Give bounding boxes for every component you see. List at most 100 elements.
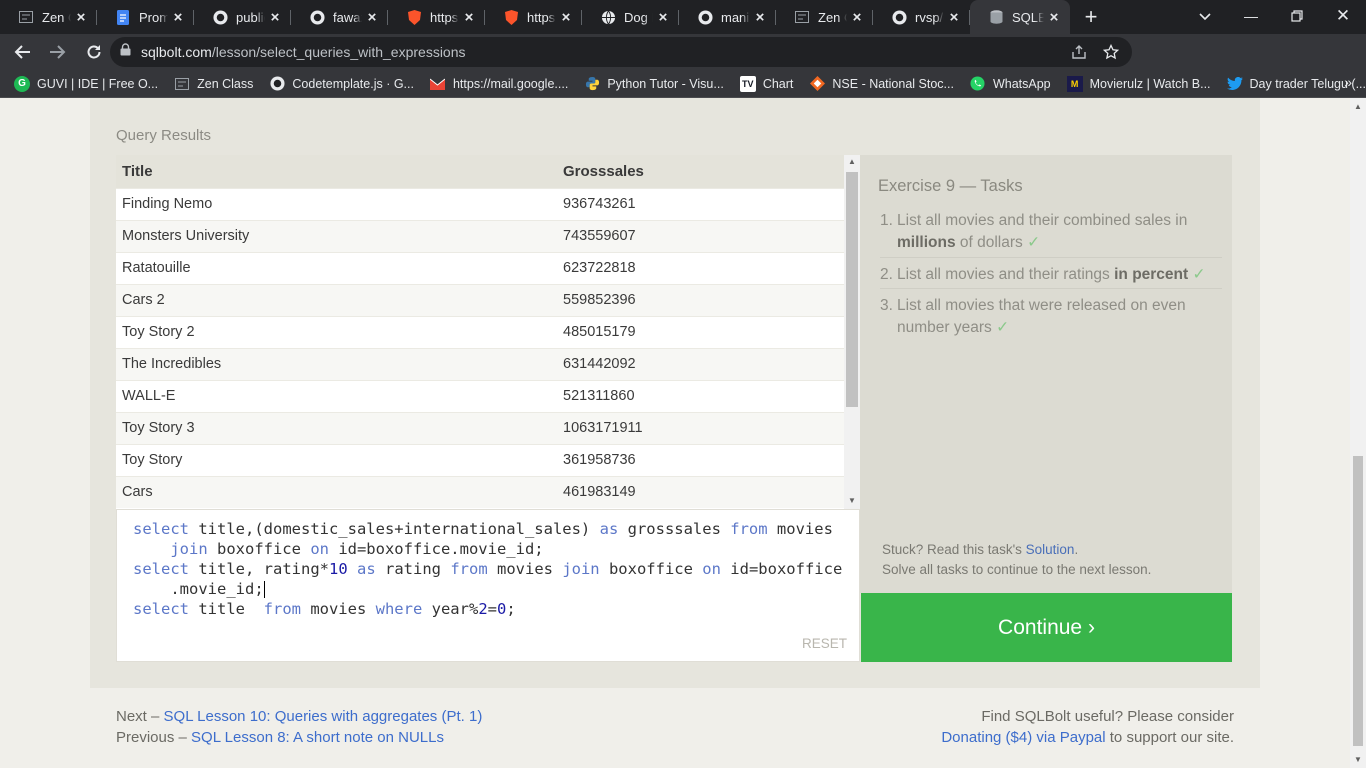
tab-title: https:/ [527,9,556,25]
nse-icon [809,76,825,92]
task-divider [880,257,1222,258]
minimize-icon[interactable]: — [1228,0,1274,32]
table-row: Ratatouille 623722818 [116,251,844,284]
tab[interactable]: Dog Fa× [582,0,679,34]
bookmark-item[interactable]: TV Chart [732,72,802,96]
tradingview-icon: TV [739,75,756,92]
close-tab-icon[interactable]: × [1046,9,1062,26]
close-tab-icon[interactable]: × [267,9,283,26]
globe-icon [600,9,616,25]
database-icon [988,9,1004,25]
bookmark-item[interactable]: M Movierulz | Watch B... [1059,72,1219,96]
tab[interactable]: rvsp/d× [873,0,970,34]
close-window-icon[interactable]: ✕ [1320,0,1366,32]
page-scrollbar[interactable]: ▲ ▼ [1350,98,1366,768]
editor-code-source: select title,(domestic_sales+internation… [117,510,118,511]
tab[interactable]: manik× [679,0,776,34]
back-icon[interactable] [6,36,38,68]
previous-lesson-link[interactable]: SQL Lesson 8: A short note on NULLs [191,729,444,746]
zen-icon [18,9,34,25]
cell-grosssales: 559852396 [557,283,844,316]
cell-grosssales: 623722818 [557,251,844,284]
table-row: Toy Story 2 485015179 [116,315,844,348]
gmail-icon [430,76,446,92]
bookmark-label: Movierulz | Watch B... [1089,76,1211,91]
reload-icon[interactable] [78,36,110,68]
tab-title: https:/ [430,9,459,25]
bookmark-label: WhatsApp [992,76,1051,91]
close-tab-icon[interactable]: × [170,9,186,26]
restore-icon[interactable] [1274,0,1320,32]
more-bookmarks-icon[interactable]: » [1344,74,1352,90]
new-tab-button[interactable]: + [1074,0,1108,34]
cell-title: Cars [116,475,557,508]
close-tab-icon[interactable]: × [655,9,671,26]
tab-active[interactable]: SQLBo× [970,0,1070,34]
bookmark-label: Codetemplate.js · G... [292,76,414,91]
tab[interactable]: Zen Cl× [776,0,873,34]
cell-title: Toy Story 3 [116,411,557,444]
page-scrollbar-thumb[interactable] [1353,456,1363,746]
tab[interactable]: Promis× [97,0,194,34]
cell-grosssales: 631442092 [557,347,844,380]
close-tab-icon[interactable]: × [73,9,89,26]
bookmark-item[interactable]: Codetemplate.js · G... [261,72,422,96]
continue-button[interactable]: Continue › [861,593,1232,662]
tab-title: rvsp/d [915,9,944,25]
solution-link[interactable]: Solution [1026,542,1075,557]
table-row: Cars 2 559852396 [116,283,844,316]
check-icon: ✓ [1027,234,1041,251]
close-tab-icon[interactable]: × [461,9,477,26]
github-icon [269,76,285,92]
bookmark-item[interactable]: Zen Class [166,72,261,96]
bookmark-star-icon[interactable] [1102,43,1120,61]
lock-icon[interactable] [120,43,131,61]
scroll-up-icon[interactable]: ▲ [847,157,857,167]
close-tab-icon[interactable]: × [946,9,962,26]
scroll-up-icon[interactable]: ▲ [1354,102,1362,111]
twitter-icon [1226,76,1243,92]
sql-editor[interactable]: select title,(domestic_sales+internation… [116,509,860,662]
tab[interactable]: https:/× [388,0,485,34]
close-tab-icon[interactable]: × [752,9,768,26]
tab[interactable]: public× [194,0,291,34]
cell-grosssales: 521311860 [557,379,844,412]
bookmark-item[interactable]: G GUVI | IDE | Free O... [6,72,166,96]
code-line: select title from movies where year%2=0; [133,600,516,618]
guvi-icon: G [14,75,30,92]
share-icon[interactable] [1070,43,1088,61]
github-icon [212,9,228,25]
bookmark-label: GUVI | IDE | Free O... [37,76,159,91]
close-tab-icon[interactable]: × [558,9,574,26]
lesson-navigation: Next – SQL Lesson 10: Queries with aggre… [116,708,483,746]
bookmark-item[interactable]: NSE - National Stoc... [801,72,962,96]
movierulz-icon: M [1066,75,1083,92]
scroll-down-icon[interactable]: ▼ [1354,755,1362,764]
next-lesson-link[interactable]: SQL Lesson 10: Queries with aggregates (… [164,708,483,725]
results-scrollbar-thumb[interactable] [846,172,858,407]
bookmark-item[interactable]: WhatsApp [962,72,1059,96]
scroll-down-icon[interactable]: ▼ [847,496,857,506]
tasks-panel: Exercise 9 — Tasks 1. List all movies an… [860,155,1232,593]
results-scrollbar[interactable]: ▲ ▼ [844,155,860,509]
reset-button[interactable]: RESET [802,636,847,651]
tab-list: Zen Cl×Promis×public×fawaz×https:/×https… [0,0,1070,34]
address-bar[interactable]: sqlbolt.com/lesson/select_queries_with_e… [110,37,1132,67]
tab-title: Promis [139,9,168,25]
close-tab-icon[interactable]: × [849,9,865,26]
close-tab-icon[interactable]: × [364,9,380,26]
tab[interactable]: Zen Cl× [0,0,97,34]
bookmark-item[interactable]: Python Tutor - Visu... [576,72,732,96]
table-row: Monsters University 743559607 [116,219,844,252]
cell-title: Finding Nemo [116,187,557,220]
tab[interactable]: https:/× [485,0,582,34]
forward-icon[interactable] [42,36,74,68]
browser-toolbar: sqlbolt.com/lesson/select_queries_with_e… [0,34,1366,98]
tab[interactable]: fawaz× [291,0,388,34]
bookmark-item[interactable]: https://mail.google.... [422,72,576,96]
query-results-label: Query Results [116,127,212,144]
cell-grosssales: 743559607 [557,219,844,252]
tab-search-icon[interactable] [1192,4,1218,30]
donate-link[interactable]: Donating ($4) via Paypal [941,729,1105,746]
window-controls: — ✕ [1228,0,1366,34]
